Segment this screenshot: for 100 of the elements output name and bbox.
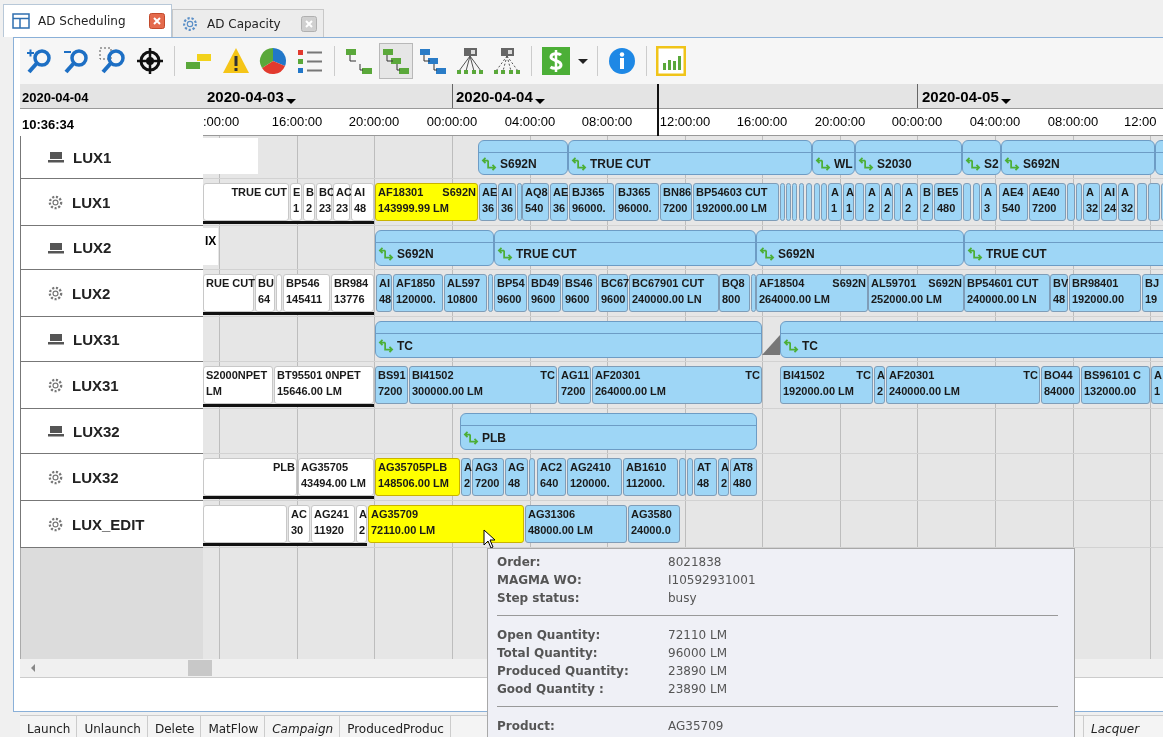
tooltip-label: Step status: xyxy=(497,591,581,605)
time-label: 00:00:00 xyxy=(426,114,478,129)
time-label: 20:00:00 xyxy=(348,114,400,129)
order-id: BP54601 CUT xyxy=(967,277,1039,290)
order-quantity: 48 xyxy=(697,477,711,489)
order-id: AF20301 xyxy=(595,369,641,382)
order-id: BU xyxy=(258,277,274,290)
order-quantity: 7200 xyxy=(1032,202,1058,214)
order-quantity: 72110.00 LM xyxy=(371,524,437,536)
order-quantity: 7200 xyxy=(378,385,404,397)
order-quantity: 120000. xyxy=(570,477,611,489)
order-id: AE40 xyxy=(1032,186,1060,199)
order-quantity: 96000. xyxy=(618,202,653,214)
order-id: BR984 xyxy=(334,277,369,290)
order-id: BJ365 xyxy=(618,186,651,199)
current-date: 2020-04-04 xyxy=(20,84,203,109)
order-id: A xyxy=(905,186,913,199)
order-quantity: 148506.00 LM xyxy=(378,477,450,489)
tooltip-value: 23890 LM xyxy=(668,664,728,678)
order-quantity: 1 xyxy=(831,202,839,214)
date-header: 2020-04-03 xyxy=(207,88,284,105)
order-id: BQ8 xyxy=(722,277,745,290)
order-quantity: 30 xyxy=(291,524,305,536)
order-id: A xyxy=(868,186,876,199)
order-quantity: 15646.00 LM xyxy=(277,385,343,397)
time-label: 04:00:00 xyxy=(504,114,556,129)
time-label: 04:00:00 xyxy=(969,114,1021,129)
resource-name: LUX31 xyxy=(73,330,120,348)
order-id: S2000NPET xyxy=(206,369,268,382)
order-id: BD49 xyxy=(531,277,560,290)
order-tag: S692N xyxy=(442,186,476,199)
order-quantity: 7200 xyxy=(663,202,689,214)
order-quantity: 2 xyxy=(464,477,469,489)
time-label: 00:00:00 xyxy=(891,114,943,129)
order-quantity: 192000.00 xyxy=(1072,293,1125,305)
order-quantity: 300000.00 LM xyxy=(412,385,484,397)
order-id: AG31306 xyxy=(528,508,576,521)
order-quantity: LM xyxy=(206,385,223,397)
order-quantity: 48 xyxy=(379,293,390,305)
order-quantity: 36 xyxy=(553,202,566,214)
order-quantity: 19 xyxy=(1145,293,1159,305)
order-tag: S692N xyxy=(832,277,866,290)
order-id: BO44 xyxy=(1044,369,1073,382)
order-tag: RUE CUT xyxy=(206,277,255,290)
order-quantity: 3 xyxy=(984,202,992,214)
order-quantity: 264000.00 LM xyxy=(759,293,831,305)
tooltip-value: busy xyxy=(668,591,697,605)
order-id: AF18301 xyxy=(378,186,424,199)
order-id: AE xyxy=(482,186,498,199)
campaign-label: TRUE CUT xyxy=(986,247,1047,261)
order-id: AF18504 xyxy=(759,277,805,290)
order-tag: S692N xyxy=(928,277,962,290)
order-quantity: 13776 xyxy=(334,293,366,305)
order-quantity: 132000.00 xyxy=(1084,385,1137,397)
order-tag: PLB xyxy=(273,461,295,474)
order-id: AG2410 xyxy=(570,461,611,474)
order-id: AL597 xyxy=(447,277,481,290)
order-quantity: 11920 xyxy=(314,524,345,536)
order-quantity: 24000.0 xyxy=(631,524,672,536)
resource-name: LUX1 xyxy=(73,148,112,166)
campaign-label: TRUE CUT xyxy=(516,247,577,261)
order-quantity: 120000. xyxy=(396,293,437,305)
order-quantity: 84000 xyxy=(1044,385,1076,397)
order-id: AE xyxy=(553,186,569,199)
order-quantity: 48 xyxy=(354,202,368,214)
order-id: A xyxy=(1086,186,1094,199)
order-quantity: 9600 xyxy=(497,293,523,305)
order-id: A xyxy=(831,186,839,199)
campaign-label: S2030 xyxy=(877,156,912,171)
order-quantity: 9600 xyxy=(601,293,626,305)
order-quantity: 2 xyxy=(877,385,883,397)
tooltip-label: Open Quantity: xyxy=(497,628,602,642)
order-tag: TC xyxy=(540,369,555,382)
order-id: A xyxy=(1154,369,1162,382)
order-quantity: 2 xyxy=(884,202,891,214)
campaign-label: TRUE CUT xyxy=(590,156,651,171)
tooltip-value: 23890 LM xyxy=(668,682,728,696)
time-label: 16:00:00 xyxy=(271,114,323,129)
order-id: BJ365 xyxy=(572,186,605,199)
block-label: IX xyxy=(205,234,217,248)
order-id: AG xyxy=(508,461,525,474)
tooltip-label: Order: xyxy=(497,555,542,569)
time-label: 20:00:00 xyxy=(814,114,866,129)
order-id: AG11 xyxy=(561,369,590,382)
order-id: A xyxy=(877,369,885,382)
tooltip-label: Product: xyxy=(497,719,556,733)
order-id: AI xyxy=(354,186,365,199)
tooltip-value: 72110 LM xyxy=(668,628,728,642)
order-id: AE4 xyxy=(1002,186,1024,199)
order-id: BS91 xyxy=(378,369,406,382)
order-quantity: 64 xyxy=(258,293,272,305)
order-quantity: 540 xyxy=(525,202,545,214)
order-quantity: 264000.00 LM xyxy=(595,385,667,397)
order-quantity: 2 xyxy=(359,524,365,536)
order-quantity: 240000.00 LN xyxy=(967,293,1038,305)
campaign-label: S692N xyxy=(500,156,537,171)
order-quantity: 252000.00 LM xyxy=(871,293,943,305)
order-quantity: 9600 xyxy=(531,293,557,305)
order-tag: TC xyxy=(856,369,871,382)
order-tag: TC xyxy=(745,369,760,382)
